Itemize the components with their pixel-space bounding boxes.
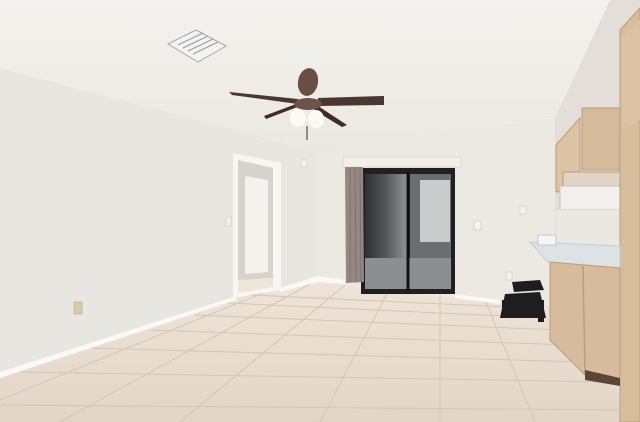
upper-cabinet-right <box>581 107 621 171</box>
thermostat <box>300 159 308 168</box>
light-switch-back <box>473 220 482 231</box>
wall-outlet-back <box>505 271 513 281</box>
fan-hub <box>294 98 322 110</box>
light-switch-right <box>519 205 527 215</box>
counter-appliance <box>537 234 557 246</box>
backsplash <box>556 210 620 246</box>
room-illustration <box>0 0 640 422</box>
wall-outlet-left <box>73 301 83 315</box>
curtain-valance <box>342 156 462 168</box>
range-hood <box>562 171 622 187</box>
room-photo <box>0 0 640 422</box>
light-switch-left <box>225 216 232 227</box>
fan-light-right <box>308 110 324 128</box>
doorway-inner-wall <box>245 176 268 274</box>
exterior-window-reflection <box>420 180 450 242</box>
fan-light-left <box>290 109 306 127</box>
tall-cabinet-upper <box>622 20 640 130</box>
microwave-cabinet <box>559 185 621 211</box>
